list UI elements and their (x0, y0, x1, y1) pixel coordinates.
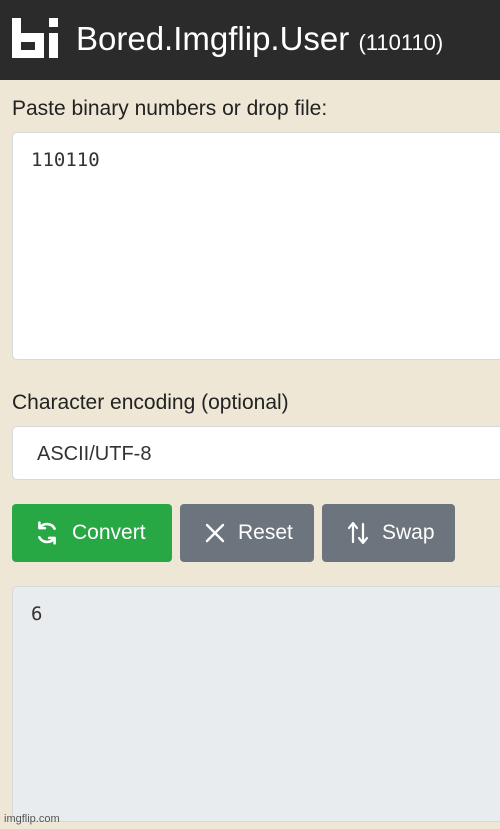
encoding-select[interactable]: ASCII/UTF-8 (12, 426, 500, 480)
header-title-text: Bored.Imgflip.User (76, 20, 350, 57)
convert-button[interactable]: Convert (12, 504, 172, 562)
header-bar: Bored.Imgflip.User (110110) (0, 0, 500, 80)
swap-arrows-icon (347, 521, 369, 545)
swap-button[interactable]: Swap (322, 504, 455, 562)
close-icon (205, 523, 225, 543)
output-field[interactable]: 6 (12, 586, 500, 822)
bi-logo-icon (12, 18, 58, 58)
swap-button-label: Swap (382, 521, 435, 544)
binary-input-field[interactable]: 110110 (12, 132, 500, 360)
header-subtitle: (110110) (358, 30, 444, 55)
binary-input-label: Paste binary numbers or drop file: (12, 97, 328, 120)
refresh-icon (38, 521, 56, 545)
reset-button[interactable]: Reset (180, 504, 314, 562)
watermark: imgflip.com (4, 813, 60, 825)
page-title: Bored.Imgflip.User (110110) (76, 19, 443, 63)
encoding-label: Character encoding (optional) (12, 391, 289, 414)
convert-button-label: Convert (72, 521, 146, 544)
reset-button-label: Reset (238, 521, 293, 544)
